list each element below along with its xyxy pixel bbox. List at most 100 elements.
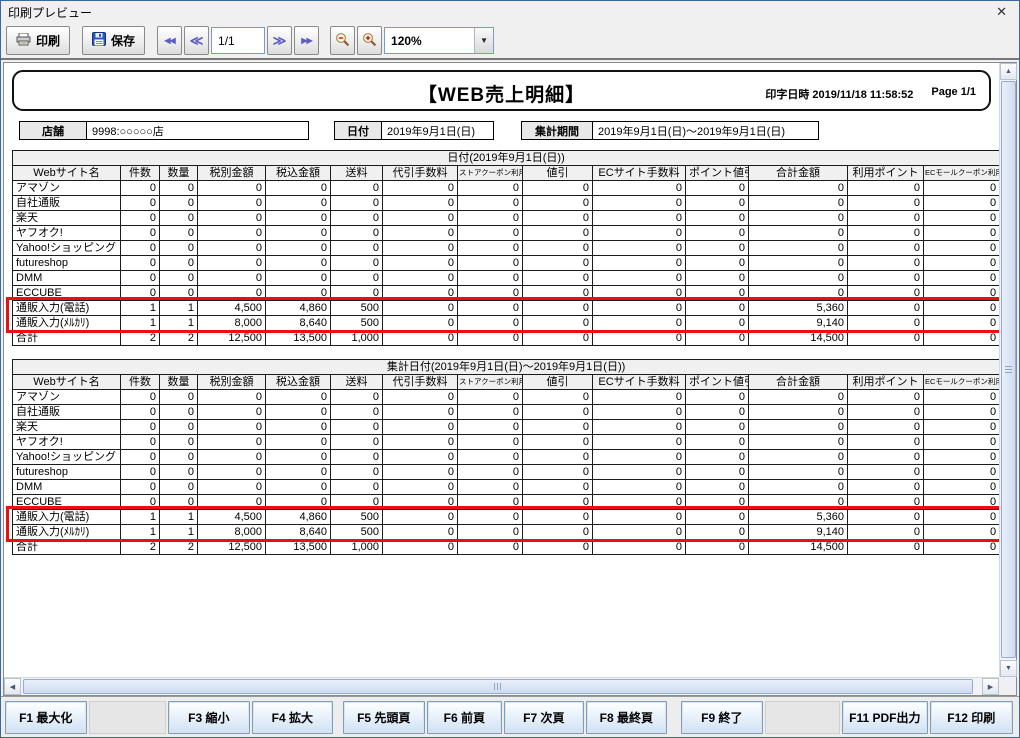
value-cell: 0 — [121, 286, 160, 301]
previous-page-button[interactable]: ≪ — [184, 26, 209, 55]
value-cell: 0 — [686, 331, 749, 346]
value-cell: 0 — [458, 465, 523, 480]
value-cell: 0 — [160, 226, 198, 241]
vertical-scrollbar[interactable]: ▲ ▼ — [999, 63, 1016, 677]
value-cell: 0 — [924, 181, 1000, 196]
f8-button[interactable]: F8 最終頁 — [586, 701, 668, 734]
value-cell: 500 — [331, 301, 383, 316]
scroll-up-icon[interactable]: ▲ — [1000, 63, 1017, 80]
column-header: Webサイト名 — [13, 166, 121, 181]
value-cell: 0 — [198, 196, 266, 211]
f6-button[interactable]: F6 前頁 — [427, 701, 503, 734]
scroll-right-icon[interactable]: ▶ — [982, 678, 999, 695]
value-cell: 0 — [198, 450, 266, 465]
value-cell: 0 — [523, 286, 593, 301]
value-cell: 2 — [160, 331, 198, 346]
value-cell: 0 — [331, 480, 383, 495]
column-header: ストアクーポン利用額 — [458, 166, 523, 181]
f1-button[interactable]: F1 最大化 — [5, 701, 87, 734]
value-cell: 0 — [848, 211, 924, 226]
zoom-in-button[interactable] — [357, 26, 382, 55]
value-cell: 1 — [160, 510, 198, 525]
value-cell: 0 — [593, 390, 686, 405]
value-cell: 0 — [383, 211, 458, 226]
value-cell: 0 — [331, 465, 383, 480]
next-page-button[interactable]: ≫ — [267, 26, 292, 55]
f9-button[interactable]: F9 終了 — [681, 701, 763, 734]
f3-button[interactable]: F3 縮小 — [168, 701, 250, 734]
value-cell: 0 — [523, 405, 593, 420]
column-header: ストアクーポン利用額 — [458, 375, 523, 390]
value-cell: 0 — [686, 525, 749, 540]
last-page-button[interactable]: ▶▶ — [294, 26, 319, 55]
first-page-icon: ◀◀ — [164, 36, 174, 45]
footer-gap — [335, 701, 343, 734]
period-value: 2019年9月1日(日)～2019年9月1日(日) — [593, 121, 819, 140]
value-cell: 0 — [593, 196, 686, 211]
magnifier-plus-icon — [362, 32, 377, 50]
value-cell: 0 — [383, 495, 458, 510]
value-cell: 0 — [160, 211, 198, 226]
value-cell: 0 — [749, 256, 848, 271]
value-cell: 0 — [266, 495, 331, 510]
value-cell: 0 — [383, 256, 458, 271]
value-cell: 1 — [121, 525, 160, 540]
f7-button[interactable]: F7 次頁 — [504, 701, 584, 734]
value-cell: 0 — [523, 316, 593, 331]
page-number-input[interactable] — [211, 27, 265, 54]
f4-button[interactable]: F4 拡大 — [252, 701, 334, 734]
period-label: 集計期間 — [521, 121, 593, 140]
table-row: ヤフオク!0000000000000 — [13, 435, 1000, 450]
f11-button[interactable]: F11 PDF出力 — [842, 701, 927, 734]
value-cell: 0 — [523, 525, 593, 540]
value-cell: 0 — [458, 271, 523, 286]
zoom-level-select[interactable]: 120% ▼ — [384, 27, 494, 54]
f12-button[interactable]: F12 印刷 — [930, 701, 1014, 734]
value-cell: 0 — [593, 540, 686, 555]
vertical-scroll-thumb[interactable] — [1001, 81, 1016, 658]
f5-button[interactable]: F5 先頭頁 — [343, 701, 425, 734]
value-cell: 0 — [331, 271, 383, 286]
total-row: 合計2212,50013,5001,0000000014,50000 — [13, 540, 1000, 555]
table-row: futureshop0000000000000 — [13, 465, 1000, 480]
value-cell: 0 — [523, 465, 593, 480]
value-cell: 12,500 — [198, 540, 266, 555]
value-cell: 0 — [160, 450, 198, 465]
horizontal-scroll-thumb[interactable] — [23, 679, 973, 694]
site-name-cell: DMM — [13, 271, 121, 286]
value-cell: 0 — [266, 181, 331, 196]
close-icon[interactable]: ✕ — [992, 4, 1011, 20]
first-page-button[interactable]: ◀◀ — [157, 26, 182, 55]
scroll-down-icon[interactable]: ▼ — [1000, 660, 1017, 677]
scroll-left-icon[interactable]: ◀ — [4, 678, 21, 695]
value-cell: 0 — [266, 435, 331, 450]
value-cell: 0 — [686, 480, 749, 495]
zoom-out-button[interactable] — [330, 26, 355, 55]
value-cell: 0 — [266, 450, 331, 465]
value-cell: 0 — [458, 495, 523, 510]
value-cell: 0 — [383, 450, 458, 465]
value-cell: 0 — [160, 405, 198, 420]
value-cell: 0 — [924, 525, 1000, 540]
print-button[interactable]: 印刷 — [6, 26, 70, 55]
value-cell: 0 — [383, 331, 458, 346]
value-cell: 0 — [331, 420, 383, 435]
table-row: DMM0000000000000 — [13, 271, 1000, 286]
save-button[interactable]: 保存 — [82, 26, 145, 55]
table-row: 通販入力(電話)114,5004,860500000005,36000 — [13, 510, 1000, 525]
value-cell: 0 — [458, 301, 523, 316]
value-cell: 0 — [848, 510, 924, 525]
value-cell: 0 — [686, 420, 749, 435]
value-cell: 0 — [198, 390, 266, 405]
value-cell: 0 — [383, 405, 458, 420]
horizontal-scrollbar[interactable]: ◀ ▶ — [4, 677, 999, 695]
site-name-cell: 通販入力(電話) — [13, 301, 121, 316]
value-cell: 0 — [523, 480, 593, 495]
chevron-down-icon[interactable]: ▼ — [474, 28, 493, 53]
value-cell: 0 — [749, 196, 848, 211]
column-header: ポイント値引 — [686, 375, 749, 390]
value-cell: 0 — [686, 405, 749, 420]
value-cell: 1 — [160, 301, 198, 316]
table-caption: 日付(2019年9月1日(日)) — [13, 151, 1000, 166]
value-cell: 0 — [686, 241, 749, 256]
